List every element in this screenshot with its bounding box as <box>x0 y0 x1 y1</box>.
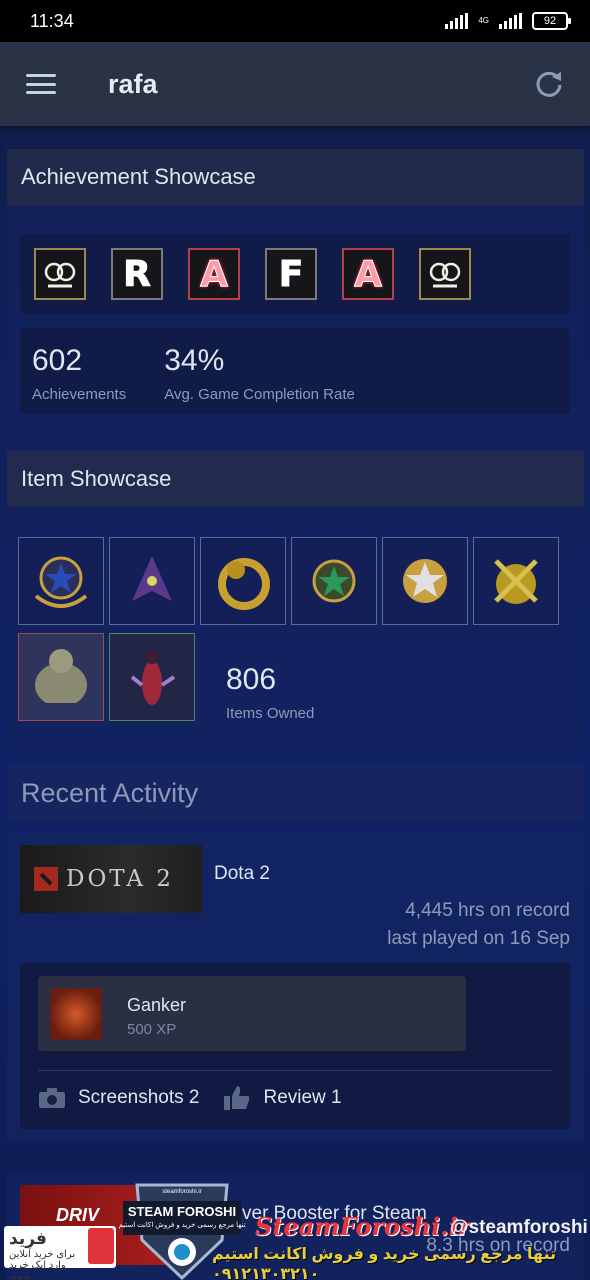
achievement-letter: R <box>123 253 152 295</box>
achievement-badge[interactable] <box>34 248 86 300</box>
achievements-label: Achievements <box>32 386 127 403</box>
achievement-showcase-panel: Achievement Showcase R A F A 602 Achieve… <box>7 149 584 431</box>
app-bar: rafa <box>0 42 590 126</box>
activity-links: Screenshots 2 Review 1 <box>38 1085 342 1111</box>
item-slot[interactable] <box>18 537 104 625</box>
signal-icon-2 <box>499 13 522 29</box>
screenshots-link[interactable]: Screenshots 2 <box>38 1087 199 1109</box>
item-slot[interactable] <box>200 537 286 625</box>
game-banner-text: DOTA 2 <box>66 866 174 892</box>
achievement-letter: A <box>200 253 229 295</box>
completion-rate: 34% <box>164 344 225 377</box>
completion-label: Avg. Game Completion Rate <box>164 386 355 403</box>
review-link[interactable]: Review 1 <box>223 1085 342 1111</box>
profile-name: rafa <box>108 68 158 99</box>
game-playtime: 4,445 hrs on record last played on 16 Se… <box>387 897 570 953</box>
achievement-xp: 500 XP <box>127 1021 177 1038</box>
last-played: last played on 16 Sep <box>387 928 570 949</box>
completion-stat: 34% Avg. Game Completion Rate <box>164 344 355 403</box>
items-owned-stat: 806 Items Owned <box>226 663 314 722</box>
refresh-icon[interactable] <box>534 69 564 99</box>
camera-icon <box>39 1088 65 1108</box>
item-slot[interactable] <box>109 537 195 625</box>
crystal-icon <box>132 556 172 601</box>
achievement-stats: 602 Achievements 34% Avg. Game Completio… <box>20 328 570 414</box>
screenshots-label: Screenshots 2 <box>78 1087 200 1108</box>
achievement-icons-row: R A F A <box>20 234 570 314</box>
game-activity-card-2: DRIV ver Booster for Steam 8.3 hrs on re… <box>7 1171 584 1280</box>
thumbs-up-icon <box>224 1086 250 1110</box>
item-showcase-title: Item Showcase <box>7 451 584 507</box>
status-time: 11:34 <box>30 10 74 31</box>
hours-on-record-2: 8.3 hrs on record <box>426 1235 570 1256</box>
game-banner-text-2: DRIV <box>56 1205 100 1225</box>
achievement-name: Ganker <box>127 995 187 1015</box>
dragon-coin-icon <box>218 558 270 610</box>
battery-icon: 92 <box>532 12 571 30</box>
item-slot[interactable] <box>109 633 195 721</box>
item-slot[interactable] <box>18 633 104 721</box>
achievement-letter-badge[interactable]: A <box>342 248 394 300</box>
game-banner[interactable]: DOTA 2 <box>20 845 202 913</box>
item-slot[interactable] <box>382 537 468 625</box>
game-activity-card: DOTA 2 Dota 2 4,445 hrs on record last p… <box>7 833 584 1141</box>
achievement-letter-badge[interactable]: R <box>111 248 163 300</box>
achievements-count: 602 <box>32 344 83 377</box>
green-star-medal-icon <box>312 559 356 603</box>
achievement-badge[interactable] <box>419 248 471 300</box>
item-slot[interactable] <box>473 537 559 625</box>
status-bar: 11:34 4G 92 <box>0 0 590 42</box>
game-name[interactable]: Dota 2 <box>214 863 270 885</box>
status-icons: 4G 92 <box>445 12 571 30</box>
game-banner-2[interactable]: DRIV <box>20 1185 190 1265</box>
hands-icon <box>44 262 76 288</box>
review-label: Review 1 <box>263 1087 342 1108</box>
achievement-showcase-title: Achievement Showcase <box>7 149 584 205</box>
battery-level: 92 <box>543 15 557 27</box>
silver-star-medal-icon <box>403 559 447 603</box>
recent-activity-title: Recent Activity <box>7 765 584 821</box>
activity-details: Ganker 500 XP Screenshots 2 Review 1 <box>20 963 570 1129</box>
network-label: 4G <box>478 16 489 25</box>
items-count: 806 <box>226 663 277 696</box>
achievement-letter-badge[interactable]: A <box>188 248 240 300</box>
achievement-letter: F <box>278 253 304 295</box>
dota-logo-icon <box>34 867 58 891</box>
game-name-2[interactable]: ver Booster for Steam <box>242 1203 427 1225</box>
swords-medal-icon <box>494 559 538 604</box>
item-showcase-panel: Item Showcase 806 Items Owned <box>7 451 584 747</box>
items-label: Items Owned <box>226 705 315 722</box>
hands-icon <box>429 262 461 288</box>
signal-icon <box>445 13 469 29</box>
achievement-row[interactable]: Ganker 500 XP <box>38 976 466 1052</box>
item-slot[interactable] <box>291 537 377 625</box>
hero-templar-icon <box>130 650 176 705</box>
star-medal-icon <box>34 556 88 608</box>
achievement-letter: A <box>354 253 383 295</box>
hero-pudge-icon <box>31 649 91 709</box>
achievements-stat: 602 Achievements <box>32 344 126 403</box>
achievement-letter-badge[interactable]: F <box>265 248 317 300</box>
achievement-icon <box>50 988 102 1040</box>
hamburger-menu-icon[interactable] <box>26 74 56 94</box>
divider <box>38 1070 552 1071</box>
hours-on-record: 4,445 hrs on record <box>405 900 570 921</box>
